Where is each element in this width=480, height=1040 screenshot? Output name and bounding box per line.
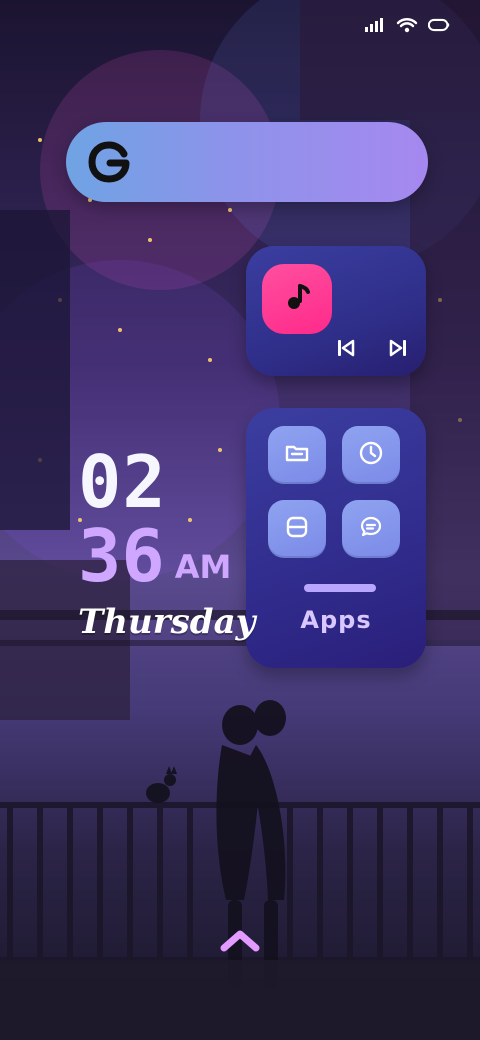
clock-icon — [358, 440, 384, 470]
clock-day: Thursday — [78, 602, 256, 642]
apps-indicator-bar — [304, 584, 376, 592]
battery-icon — [428, 14, 450, 36]
previous-track-icon — [334, 336, 358, 364]
status-bar — [364, 14, 450, 36]
folder-icon — [284, 442, 310, 468]
folder-app-button[interactable] — [268, 426, 326, 484]
next-track-icon — [386, 336, 410, 364]
chat-bubble-icon — [358, 514, 384, 544]
clock-widget[interactable]: 02 36 AM Thursday — [78, 440, 256, 642]
google-search-widget[interactable] — [66, 122, 428, 202]
wifi-hotspot-icon — [396, 14, 418, 36]
chevron-up-icon — [218, 930, 262, 960]
music-note-icon — [280, 280, 314, 318]
clock-hour: 02 — [78, 440, 167, 524]
app-drawer-chevron-button[interactable] — [218, 928, 262, 956]
clock-minute: 36 — [78, 514, 165, 598]
chat-app-button[interactable] — [342, 500, 400, 558]
app-grid — [268, 426, 406, 558]
next-track-button[interactable] — [384, 336, 412, 364]
clock-app-button[interactable] — [342, 426, 400, 484]
music-widget — [246, 246, 426, 376]
clock-ampm: AM — [174, 548, 232, 586]
google-logo — [84, 136, 136, 188]
apps-label[interactable]: Apps — [246, 606, 426, 634]
apps-widget: Apps — [246, 408, 426, 668]
scanner-icon — [284, 514, 310, 544]
signal-bars-icon — [364, 14, 386, 36]
home-screen: Apps 02 36 AM Thursday — [0, 0, 480, 1040]
previous-track-button[interactable] — [332, 336, 360, 364]
clock-minute-row: 36 AM — [78, 520, 248, 592]
scanner-app-button[interactable] — [268, 500, 326, 558]
music-app-button[interactable] — [262, 264, 332, 334]
